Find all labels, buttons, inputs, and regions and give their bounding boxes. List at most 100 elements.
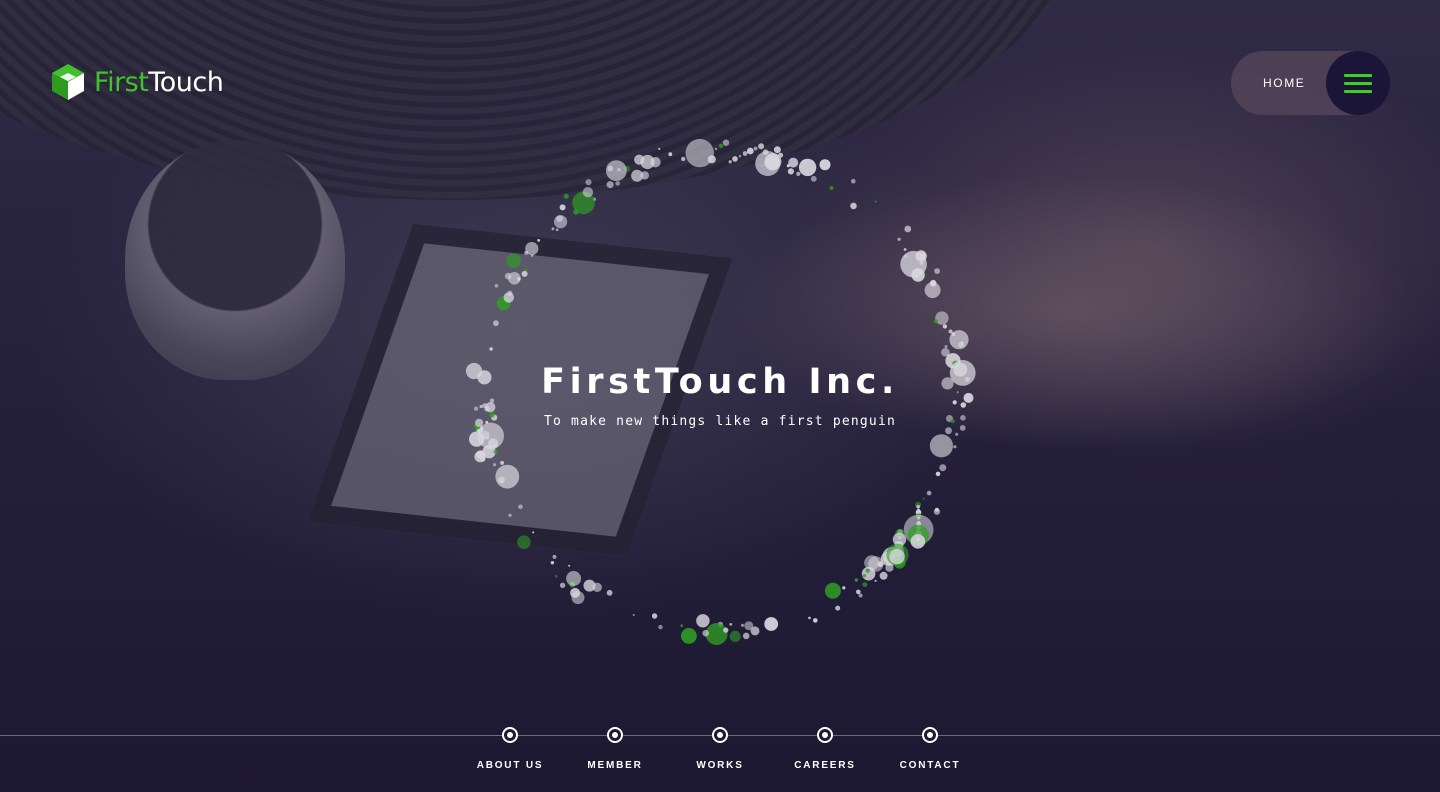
particle-dot <box>592 582 602 592</box>
particle-dot <box>764 617 779 631</box>
particle-dot <box>934 319 938 324</box>
particle-dot <box>865 568 870 573</box>
particle-dot <box>922 497 925 500</box>
particle-dot <box>926 490 932 496</box>
particle-dot <box>904 225 912 233</box>
particle-dot <box>552 554 557 559</box>
particle-dot <box>518 504 523 510</box>
nav-home-link[interactable]: HOME <box>1263 51 1305 115</box>
particle-dot <box>585 179 592 186</box>
particle-dot <box>605 160 627 182</box>
particle-dot <box>668 152 673 157</box>
particle-dot <box>942 324 948 329</box>
particle-dot <box>570 587 581 598</box>
particle-dot <box>858 593 863 598</box>
particle-dot <box>874 579 877 582</box>
particle-dot <box>524 250 529 255</box>
particle-dot <box>537 239 541 242</box>
particle-dot <box>916 504 920 509</box>
brand-logo[interactable]: FirstTouch <box>50 62 224 102</box>
cube-logo-icon <box>52 64 84 100</box>
section-link-careers[interactable]: CAREERS <box>765 727 885 771</box>
particle-dot <box>640 171 649 180</box>
particle-dot <box>953 445 957 449</box>
particle-dot <box>788 157 799 168</box>
particle-dot <box>718 143 724 148</box>
particle-dot <box>935 311 949 325</box>
particle-dot <box>742 632 750 640</box>
particle-dot <box>960 402 967 408</box>
particle-dot <box>889 548 905 565</box>
particle-dot <box>634 154 645 165</box>
particle-dot <box>559 204 566 211</box>
particle-dot <box>746 147 754 155</box>
particle-dot <box>879 571 888 580</box>
particle-dot <box>606 181 614 189</box>
particle-dot <box>615 181 620 186</box>
timeline-dot-icon <box>922 727 938 743</box>
particle-dot <box>813 618 818 623</box>
particle-dot <box>819 159 831 171</box>
particle-dot <box>681 628 697 644</box>
particle-dot <box>842 586 846 590</box>
particle-dot <box>500 460 505 465</box>
particle-dot <box>764 153 782 170</box>
particle-dot <box>696 614 710 628</box>
section-link-contact[interactable]: CONTACT <box>870 727 990 771</box>
particle-dot <box>554 215 568 229</box>
particle-dot <box>750 626 760 636</box>
particle-dot <box>559 582 566 588</box>
particle-dot <box>808 616 811 620</box>
particle-dot <box>723 627 729 633</box>
particle-dot <box>738 154 742 158</box>
particle-dot <box>798 158 817 177</box>
hamburger-menu-button[interactable] <box>1326 51 1390 115</box>
particle-dot <box>874 200 877 203</box>
particle-dot <box>524 268 528 272</box>
section-link-member[interactable]: MEMBER <box>555 727 675 771</box>
particle-dot <box>955 432 959 436</box>
hero-title: FirstTouch Inc. <box>541 362 899 402</box>
particle-dot <box>868 556 884 572</box>
particle-dot <box>658 624 663 630</box>
particle-dot <box>933 508 941 515</box>
timeline-dot-icon <box>712 727 728 743</box>
particle-dot <box>742 151 748 156</box>
particle-dot <box>503 292 514 303</box>
particle-dot <box>531 254 534 257</box>
particle-dot <box>517 277 521 281</box>
particle-dot <box>707 155 716 164</box>
particle-dot <box>651 613 658 619</box>
particle-dot <box>958 341 965 348</box>
section-link-works[interactable]: WORKS <box>660 727 780 771</box>
particle-dot <box>495 464 520 489</box>
brand-name: FirstTouch <box>94 66 224 98</box>
section-label: CONTACT <box>899 760 961 771</box>
particle-dot <box>714 147 718 150</box>
hamburger-icon-line <box>1344 81 1372 85</box>
particle-dot <box>910 534 926 549</box>
hamburger-icon-line <box>1344 89 1372 93</box>
particle-dot <box>681 156 686 162</box>
section-link-about-us[interactable]: ABOUT US <box>450 727 570 771</box>
particle-dot <box>740 623 745 627</box>
particle-dot <box>929 434 954 458</box>
particle-dot <box>944 345 948 349</box>
particle-dot <box>474 406 479 411</box>
particle-dot <box>555 228 559 232</box>
particle-dot <box>897 237 901 241</box>
particle-dot <box>606 589 613 596</box>
particle-dot <box>732 156 738 162</box>
particle-dot <box>862 573 866 578</box>
particle-dot <box>773 146 781 154</box>
particle-dot <box>850 202 857 210</box>
particle-dot <box>810 175 817 182</box>
particle-dot <box>493 449 498 454</box>
particle-dot <box>835 605 841 611</box>
nav-pill: HOME <box>1231 51 1390 115</box>
particle-dot <box>753 146 758 151</box>
particle-dot <box>702 629 709 637</box>
particle-dot <box>532 531 535 534</box>
section-label: CAREERS <box>794 760 856 771</box>
particle-dot <box>829 186 834 190</box>
